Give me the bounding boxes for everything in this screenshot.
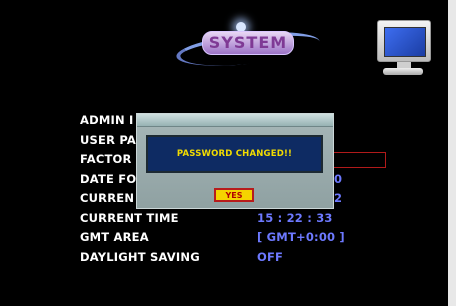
- monitor-body: [377, 20, 431, 62]
- setting-value: 0: [334, 171, 343, 186]
- setting-row-gmt-area[interactable]: GMT AREA [ GMT+0:00 ]: [80, 228, 380, 248]
- dialog-titlebar: [137, 114, 333, 127]
- setting-label: DAYLIGHT SAVING: [80, 249, 200, 264]
- monitor-screen: [384, 27, 426, 57]
- setting-label: DATE FO: [80, 171, 137, 186]
- logo-text: SYSTEM: [202, 31, 294, 55]
- setting-label: USER PA: [80, 132, 137, 147]
- setting-label: CURRENT TIME: [80, 210, 179, 225]
- password-changed-dialog: PASSWORD CHANGED!! YES: [136, 113, 334, 209]
- setting-label: GMT AREA: [80, 230, 149, 244]
- dialog-message-box: PASSWORD CHANGED!!: [146, 135, 323, 173]
- setting-label: FACTOR: [80, 152, 132, 166]
- setting-label: CURREN: [80, 191, 135, 205]
- monitor-base: [383, 68, 423, 75]
- yes-button[interactable]: YES: [214, 188, 254, 202]
- system-logo: SYSTEM: [172, 18, 322, 72]
- setting-row-daylight-saving[interactable]: DAYLIGHT SAVING OFF: [80, 248, 380, 268]
- setting-value: 15 : 22 : 33: [257, 210, 333, 225]
- right-edge-strip: [448, 0, 456, 306]
- monitor-icon: [371, 18, 433, 78]
- setting-label: ADMIN I: [80, 113, 134, 127]
- setting-value: 2: [334, 191, 343, 205]
- setting-value: [ GMT+0:00 ]: [257, 230, 345, 244]
- setting-row-current-time[interactable]: CURRENT TIME 15 : 22 : 33: [80, 209, 380, 229]
- setting-value: OFF: [257, 249, 284, 264]
- dvr-system-menu: SYSTEM ADMIN I USER PA FACTOR DATE FO 0 …: [0, 0, 456, 306]
- dialog-message: PASSWORD CHANGED!!: [176, 149, 293, 159]
